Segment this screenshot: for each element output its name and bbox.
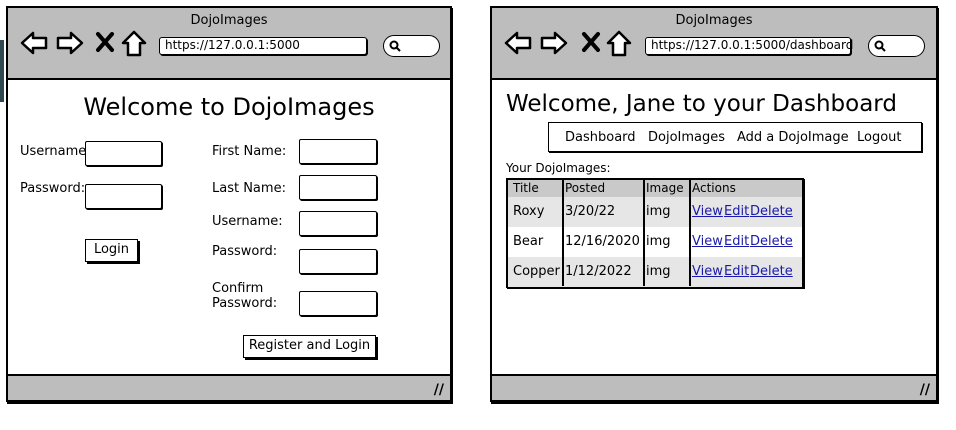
confirm-label-line2: Password: [212, 296, 278, 311]
header-actions: Actions [692, 181, 736, 195]
search-icon [389, 40, 401, 52]
login-button[interactable]: Login [85, 239, 138, 262]
last-name-label: Last Name: [212, 181, 286, 196]
register-password-label: Password: [212, 244, 278, 259]
cell-image: img [646, 234, 671, 249]
home-icon[interactable] [121, 30, 147, 58]
cell-posted: 3/20/22 [565, 204, 616, 219]
nav-dashboard-link[interactable]: Dashboard [565, 130, 636, 145]
search-icon [874, 40, 886, 52]
edit-link[interactable]: Edit [724, 264, 749, 279]
resize-grip-icon[interactable]: // [920, 383, 930, 397]
search-box[interactable] [868, 35, 925, 57]
confirm-label-line1: Confirm [212, 281, 264, 296]
nav-dojoimages-link[interactable]: DojoImages [648, 130, 725, 145]
forward-arrow-icon[interactable] [55, 30, 85, 56]
delete-link[interactable]: Delete [750, 234, 793, 249]
last-name-input[interactable] [299, 175, 377, 200]
window-title: DojoImages [675, 13, 753, 28]
register-password-input[interactable] [299, 249, 377, 274]
back-arrow-icon[interactable] [19, 30, 49, 56]
back-arrow-icon[interactable] [503, 30, 533, 56]
confirm-password-label: Confirm Password: [212, 281, 277, 311]
status-bar: // [8, 374, 450, 400]
cell-image: img [646, 264, 671, 279]
home-icon[interactable] [606, 30, 632, 58]
login-username-input[interactable] [85, 141, 162, 166]
address-bar[interactable]: https://127.0.0.1:5000/dashboard [645, 37, 853, 55]
login-username-label: Username [20, 144, 87, 159]
cell-title: Bear [513, 234, 544, 249]
login-password-label: Password: [20, 181, 86, 196]
dashboard-browser-window: DojoImages https://127.0.0.1:5000/dashbo… [490, 6, 938, 402]
register-username-input[interactable] [299, 211, 377, 236]
confirm-password-input[interactable] [299, 291, 377, 316]
search-box[interactable] [383, 35, 440, 57]
login-password-input[interactable] [85, 184, 162, 209]
column-divider [562, 180, 564, 286]
edit-link[interactable]: Edit [724, 204, 749, 219]
dashboard-nav: Dashboard DojoImages Add a DojoImage Log… [548, 122, 922, 152]
view-link[interactable]: View [692, 204, 723, 219]
view-link[interactable]: View [692, 264, 723, 279]
cell-title: Roxy [513, 204, 545, 219]
nav-logout-link[interactable]: Logout [857, 130, 902, 145]
close-icon[interactable] [581, 30, 601, 54]
cell-posted: 12/16/2020 [565, 234, 640, 249]
first-name-label: First Name: [212, 144, 287, 159]
cell-title: Copper [513, 264, 560, 279]
browser-toolbar: DojoImages https://127.0.0.1:5000 [8, 8, 450, 80]
header-title: Title [513, 181, 539, 195]
nav-add-dojoimage-link[interactable]: Add a DojoImage [737, 130, 849, 145]
register-and-login-button[interactable]: Register and Login [243, 335, 376, 358]
close-icon[interactable] [95, 30, 115, 54]
login-browser-window: DojoImages https://127.0.0.1:5000 Welcom… [6, 6, 452, 402]
table-caption: Your DojoImages: [506, 161, 611, 175]
column-divider [643, 180, 645, 286]
cell-posted: 1/12/2022 [565, 264, 632, 279]
address-bar[interactable]: https://127.0.0.1:5000 [159, 37, 367, 55]
resize-grip-icon[interactable]: // [434, 383, 444, 397]
first-name-input[interactable] [299, 139, 377, 164]
status-bar: // [492, 374, 936, 400]
column-divider [689, 180, 691, 286]
window-title: DojoImages [190, 13, 268, 28]
edit-link[interactable]: Edit [724, 234, 749, 249]
cell-image: img [646, 204, 671, 219]
delete-link[interactable]: Delete [750, 204, 793, 219]
page-title: Welcome to DojoImages [83, 93, 375, 121]
header-posted: Posted [565, 181, 606, 195]
register-username-label: Username: [212, 214, 283, 229]
edge-mark [0, 40, 4, 102]
browser-toolbar: DojoImages https://127.0.0.1:5000/dashbo… [492, 8, 936, 80]
view-link[interactable]: View [692, 234, 723, 249]
header-image: Image [646, 181, 684, 195]
images-table: Title Posted Image Actions Roxy 3/20/22 … [506, 178, 804, 288]
delete-link[interactable]: Delete [750, 264, 793, 279]
page-title: Welcome, Jane to your Dashboard [506, 91, 897, 117]
forward-arrow-icon[interactable] [539, 30, 569, 56]
